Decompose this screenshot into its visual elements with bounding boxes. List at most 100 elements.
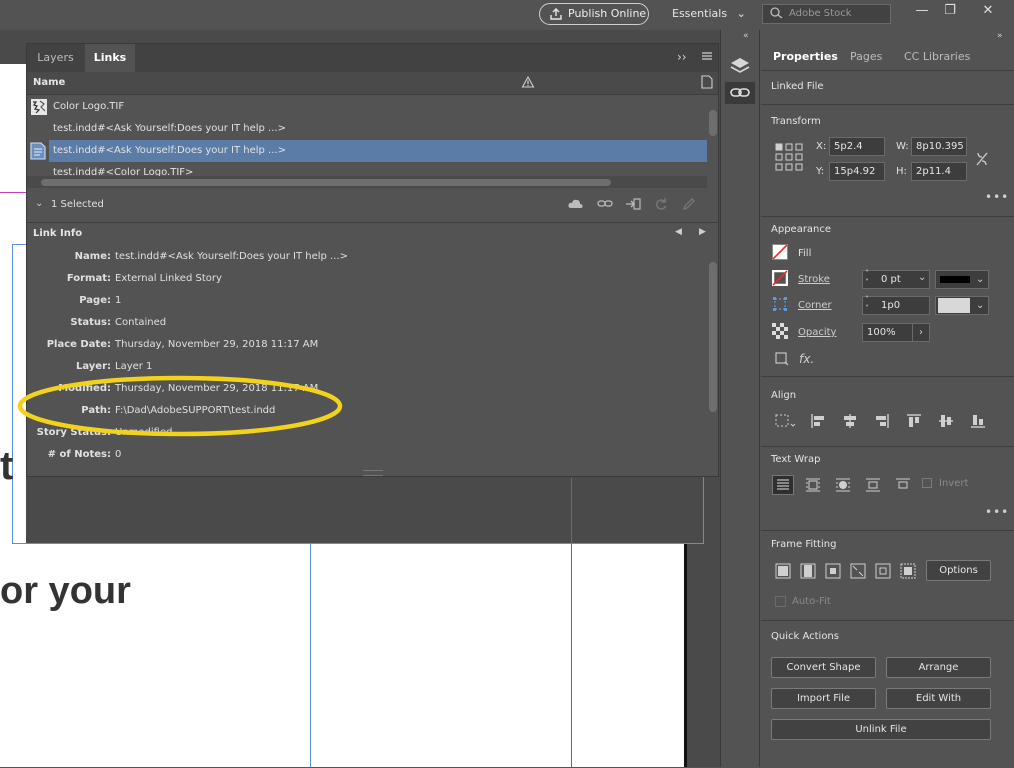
stroke-label[interactable]: Stroke [798,274,830,285]
fill-frame-proportionally-icon[interactable] [774,562,792,583]
go-to-link-icon[interactable] [625,197,641,214]
next-link-icon[interactable]: ▶ [699,227,706,237]
import-file-button[interactable]: Import File [771,688,876,709]
page-column-icon[interactable] [701,75,713,92]
frame-fitting-options-button[interactable]: Options [926,560,991,581]
collapse-right-icon[interactable]: » [997,31,1003,41]
scrollbar-thumb[interactable] [709,110,717,136]
fit-content-proportionally-icon[interactable] [799,562,817,583]
adobe-stock-search-input[interactable]: Adobe Stock [762,4,891,24]
edit-with-button[interactable]: Edit With [886,688,991,709]
tab-cc-libraries[interactable]: CC Libraries [904,44,970,70]
more-options-icon[interactable]: ••• [985,190,1009,204]
y-position-field[interactable]: 15p4.92 [829,162,885,181]
resize-grip[interactable] [363,470,383,476]
collapse-panel-icon[interactable]: ›› [677,50,687,64]
opacity-icon [772,323,788,342]
expand-panels-icon[interactable]: « [743,31,749,41]
align-right-icon[interactable] [874,413,890,432]
frame-select-icon[interactable] [775,352,789,369]
tab-pages[interactable]: Pages [850,44,882,70]
effects-icon[interactable]: fx. [799,352,814,366]
previous-link-icon[interactable]: ◀ [675,227,682,237]
align-left-icon[interactable] [810,413,826,432]
fit-frame-to-content-icon[interactable] [824,562,842,583]
cloud-link-icon[interactable] [567,197,587,214]
align-to-selection-icon[interactable] [774,413,796,432]
tab-links[interactable]: Links [85,44,135,72]
tab-layers[interactable]: Layers [27,44,84,72]
align-top-icon[interactable] [906,413,922,432]
wrap-object-shape-icon[interactable] [834,476,852,497]
auto-fit-checkbox[interactable] [775,596,786,607]
info-name-label: Name: [74,251,111,262]
warning-icon[interactable] [521,75,535,92]
link-row[interactable]: Color Logo.TIF [27,96,707,118]
opacity-label[interactable]: Opacity [798,327,836,338]
no-wrap-icon[interactable] [772,475,794,495]
column-name-label: Name [33,77,66,88]
y-label: Y: [816,166,825,177]
frame-fitting-section: Frame Fitting Options Auto-Fit [761,530,1014,619]
appearance-section: Appearance Fill Stroke 0 pt ˄ ˅ ⌄ ⌄ Corne… [761,216,1014,377]
panel-menu-icon[interactable] [701,50,713,65]
center-content-icon[interactable] [874,562,892,583]
info-vertical-scrollbar[interactable] [708,248,718,452]
links-panel-icon[interactable] [725,82,755,104]
link-row-selected[interactable]: test.indd#<Ask Yourself:Does your IT hel… [49,140,707,162]
workspace-switcher[interactable]: Essentials ⌄ [672,7,746,20]
stroke-swatch-icon[interactable] [771,269,789,289]
chevron-down-icon[interactable]: ⌄ [918,272,926,283]
corner-shape-dropdown[interactable]: ⌄ [935,296,989,315]
content-aware-fit-icon[interactable] [899,562,917,583]
more-options-icon[interactable]: ••• [985,505,1009,519]
link-row[interactable]: test.indd#<Ask Yourself:Does your IT hel… [27,118,707,140]
layers-panel-icon[interactable] [725,54,755,80]
corner-size-field[interactable]: 1p0 [862,296,930,315]
minimize-button[interactable]: — [910,2,934,22]
publish-online-button[interactable]: Publish Online [539,3,649,25]
edit-original-icon[interactable] [682,197,696,214]
info-page-value: 1 [115,295,122,306]
scrollbar-thumb[interactable] [709,262,717,412]
link-info-header[interactable]: Link Info ◀ ▶ [27,222,718,245]
height-field[interactable]: 2p11.4 [911,162,967,181]
chevron-right-icon[interactable]: › [912,323,930,342]
stroke-type-dropdown[interactable]: ⌄ [935,270,989,289]
jump-to-next-column-icon[interactable] [894,476,912,497]
chevron-down-icon: ⌄ [736,7,746,20]
search-icon [769,6,785,27]
corner-options-icon[interactable] [772,296,788,315]
fill-swatch-icon[interactable] [772,244,788,263]
chevron-down-icon[interactable]: ⌄ [35,198,43,209]
wrap-bounding-box-icon[interactable] [804,476,822,497]
stepper-icon[interactable]: ˄ ˅ [865,269,869,287]
link-row[interactable]: test.indd#<Color Logo.TIF> [27,162,707,176]
text-wrap-section: Text Wrap Invert ••• [761,446,1014,533]
align-bottom-icon[interactable] [970,413,986,432]
frame-fitting-title: Frame Fitting [771,539,837,550]
width-field[interactable]: 8p10.395 [911,137,967,156]
convert-shape-button[interactable]: Convert Shape [771,657,876,678]
align-horizontal-center-icon[interactable] [842,413,858,432]
align-vertical-center-icon[interactable] [938,413,954,432]
restore-button[interactable]: ❐ [938,2,962,22]
close-button[interactable]: ✕ [976,2,1000,22]
reference-point-icon[interactable] [775,143,803,174]
corner-shape-preview [938,298,970,313]
stepper-icon[interactable]: ˄ ˅ [865,295,869,313]
invert-checkbox[interactable] [922,478,932,488]
update-link-icon[interactable] [654,197,668,214]
constrain-proportions-icon[interactable] [975,151,989,170]
fit-content-to-frame-icon[interactable] [849,562,867,583]
corner-label[interactable]: Corner [798,300,832,311]
tab-properties[interactable]: Properties [773,44,838,70]
scrollbar-thumb[interactable] [41,179,611,186]
relink-icon[interactable] [597,198,613,213]
unlink-file-button[interactable]: Unlink File [771,719,991,740]
links-vertical-scrollbar[interactable] [708,96,718,176]
arrange-button[interactable]: Arrange [886,657,991,678]
x-position-field[interactable]: 5p2.4 [829,137,885,156]
links-horizontal-scrollbar[interactable] [27,176,707,188]
jump-object-icon[interactable] [864,476,882,497]
